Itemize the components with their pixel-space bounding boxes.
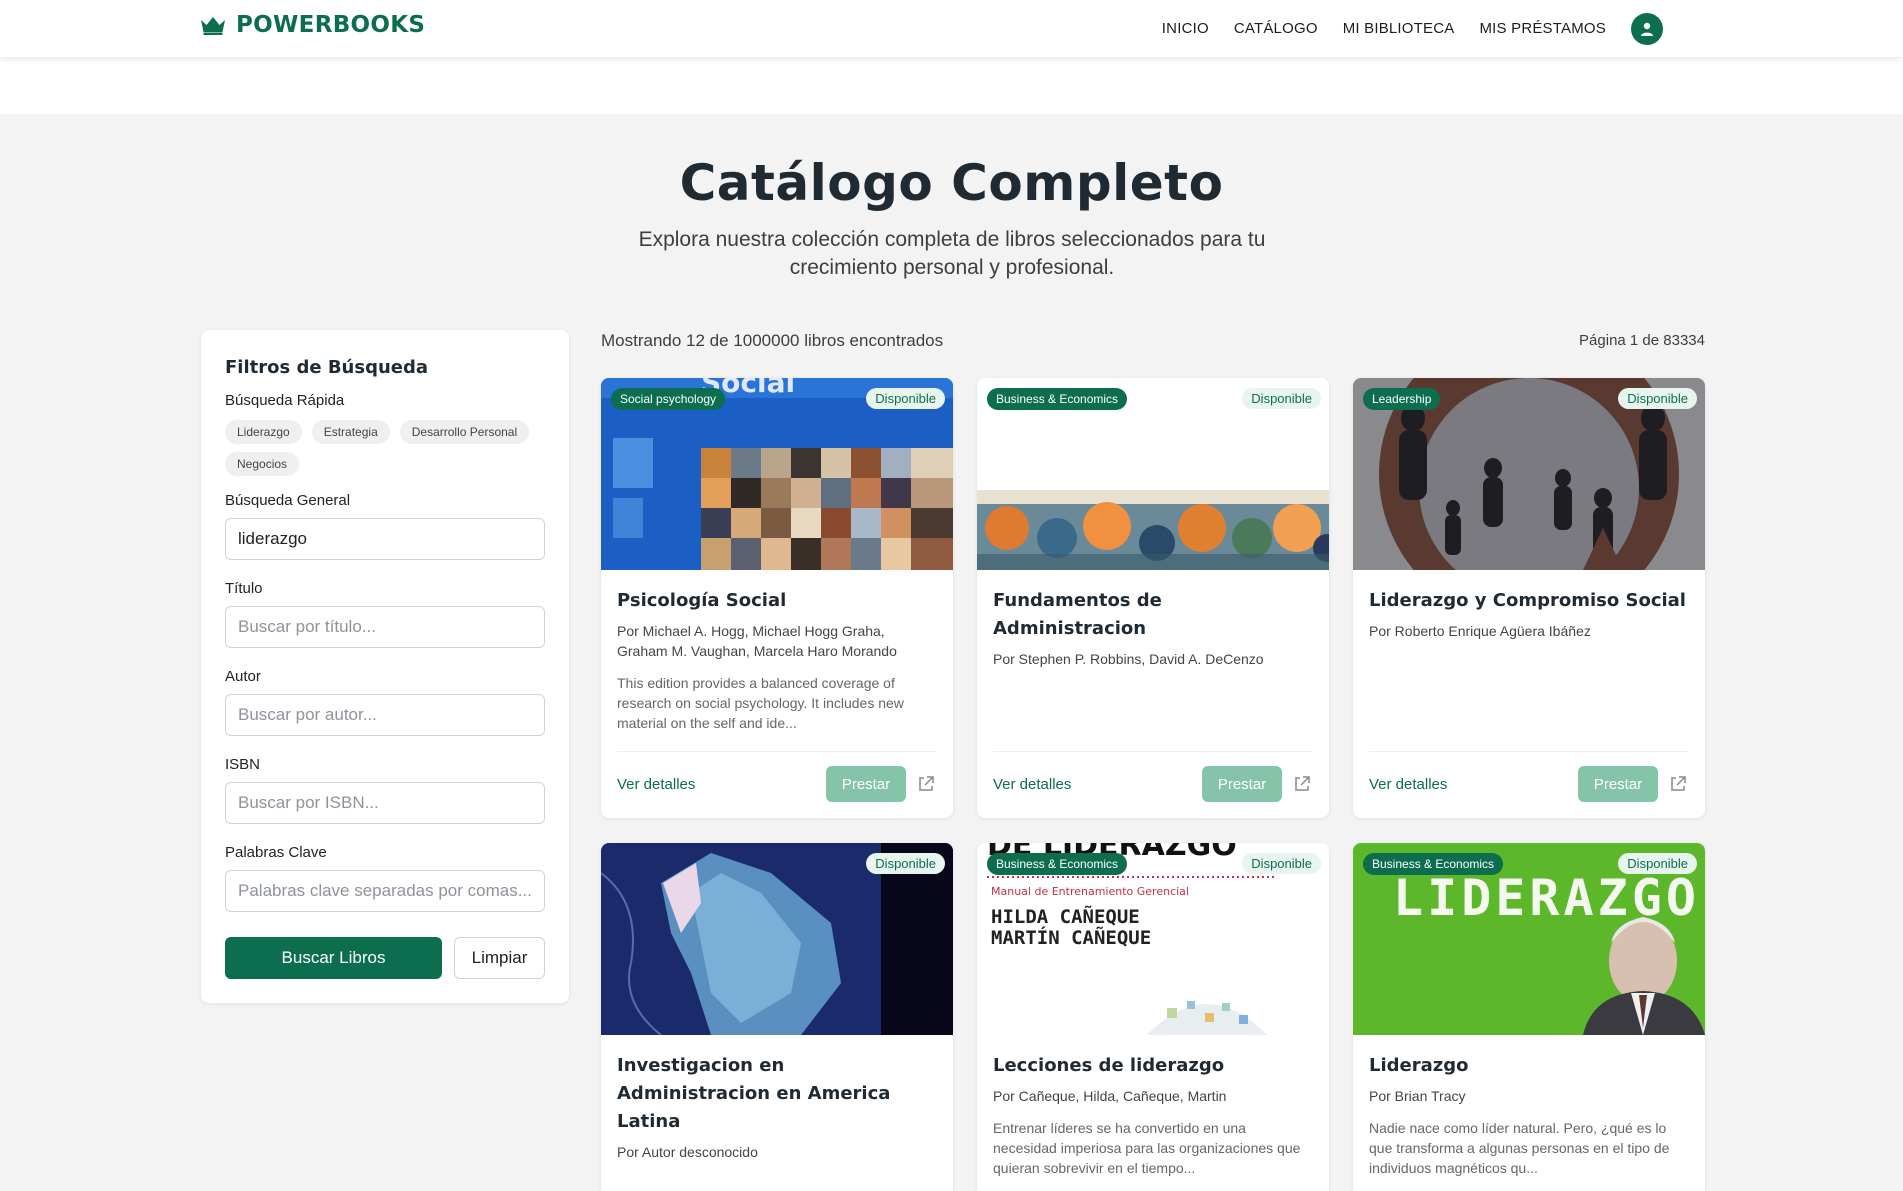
category-badge: Business & Economics [1363,853,1504,875]
book-description: Entrenar líderes se ha convertido en una… [993,1120,1301,1176]
chip-negocios[interactable]: Negocios [225,452,300,476]
cover-text-author-2: MARTÍN CAÑEQUE [991,925,1151,949]
book-author: Por Stephen P. Robbins, David A. DeCenzo [993,651,1264,667]
general-search-label: Búsqueda General [225,492,351,509]
availability-badge: Disponible [1242,853,1321,874]
filter-actions: Buscar Libros Limpiar [225,937,545,979]
general-search-input[interactable] [225,518,545,560]
availability-badge: Disponible [866,388,945,409]
author-input[interactable] [225,694,545,736]
availability-badge: Disponible [1618,388,1697,409]
share-icon[interactable] [915,773,937,795]
nav-inicio[interactable]: INICIO [1162,20,1209,37]
author-label: Autor [225,668,261,685]
card-actions: Ver detalles Prestar [1369,751,1689,802]
page-title: Catálogo Completo [679,154,1224,212]
lend-button[interactable]: Prestar [826,766,906,802]
title-input[interactable] [225,606,545,648]
pagination-info: Página 1 de 83334 [1579,332,1705,349]
book-card: DE LIDERAZGO Manual de Entrenamiento Ger… [977,843,1329,1191]
availability-badge: Disponible [1618,853,1697,874]
view-details-link[interactable]: Ver detalles [617,776,695,793]
lend-button[interactable]: Prestar [1578,766,1658,802]
crown-icon [201,17,225,35]
book-description: This edition provides a balanced coverag… [617,675,904,731]
card-actions: Ver detalles Prestar [993,751,1313,802]
category-badge: Leadership [1363,388,1441,410]
card-actions: Ver detalles Prestar [617,751,937,802]
chip-estrategia[interactable]: Estrategia [311,420,390,444]
user-avatar-button[interactable] [1631,12,1663,45]
book-author: Por Michael A. Hogg, Michael Hogg Graha,… [617,623,897,659]
share-icon[interactable] [1291,773,1313,795]
book-title[interactable]: Investigacion en Administracion en Ameri… [617,1052,937,1136]
book-cover-image[interactable]: LIDERAZGO Business & Economics Disponibl… [1353,843,1705,1035]
book-cover-image[interactable]: Leadership Disponible [1353,378,1705,570]
nav-catalogo[interactable]: CATÁLOGO [1234,20,1318,37]
book-title[interactable]: Lecciones de liderazgo [993,1052,1313,1080]
book-author: Por Autor desconocido [617,1144,758,1160]
page-subtitle: Explora nuestra colección completa de li… [638,228,1266,279]
quick-search-chips: Liderazgo Estrategia Desarrollo Personal… [225,420,545,476]
book-author: Por Cañeque, Hilda, Cañeque, Martin [993,1088,1227,1104]
book-card: LIDERAZGO Business & Economics Disponibl… [1353,843,1705,1191]
quick-search-label: Búsqueda Rápida [225,392,345,409]
isbn-label: ISBN [225,756,261,773]
cover-text-subtitle: Manual de Entrenamiento Gerencial [991,885,1189,898]
availability-badge: Disponible [866,853,945,874]
book-card: Leadership Disponible Liderazgo y Compro… [1353,378,1705,818]
top-navbar: POWERBOOKS INICIO CATÁLOGO MI BIBLIOTECA… [0,0,1903,57]
chip-desarrollo-personal[interactable]: Desarrollo Personal [399,420,530,444]
filters-title: Filtros de Búsqueda [225,357,429,378]
cover-text-author-1: HILDA CAÑEQUE [991,904,1140,928]
isbn-input[interactable] [225,782,545,824]
nav-mis-prestamos[interactable]: MIS PRÉSTAMOS [1479,20,1606,37]
nav-mi-biblioteca[interactable]: MI BIBLIOTECA [1343,20,1455,37]
header-spacer [0,57,1903,114]
book-author: Por Roberto Enrique Agüera Ibáñez [1369,623,1591,639]
keywords-label: Palabras Clave [225,844,327,861]
title-label: Título [225,580,263,597]
cover-title-text: LIDERAZGO [1393,869,1700,927]
book-title[interactable]: Liderazgo y Compromiso Social [1369,587,1689,615]
book-card: Business & Economics Disponible Fundamen… [977,378,1329,818]
book-title[interactable]: Fundamentos de Administracion [993,587,1313,643]
results-count: Mostrando 12 de 1000000 libros encontrad… [601,331,944,350]
category-badge: Business & Economics [987,853,1128,875]
book-card: Social Social psychology Disponible Psic… [601,378,953,818]
search-books-button[interactable]: Buscar Libros [225,937,442,979]
book-cover-image[interactable]: Social Social psychology Disponible [601,378,953,570]
book-description: Nadie nace como líder natural. Pero, ¿qu… [1369,1120,1670,1176]
category-badge: Business & Economics [987,388,1128,410]
book-card: Disponible Investigacion en Administraci… [601,843,953,1191]
clear-filters-button[interactable]: Limpiar [454,937,545,979]
lend-button[interactable]: Prestar [1202,766,1282,802]
chip-liderazgo[interactable]: Liderazgo [225,420,302,444]
book-cover-image[interactable]: Business & Economics Disponible [977,378,1329,570]
book-title[interactable]: Liderazgo [1369,1052,1689,1080]
availability-badge: Disponible [1242,388,1321,409]
category-badge: Social psychology [611,388,726,410]
book-cover-image[interactable]: DE LIDERAZGO Manual de Entrenamiento Ger… [977,843,1329,1035]
main-nav: INICIO CATÁLOGO MI BIBLIOTECA MIS PRÉSTA… [1162,0,1663,57]
keywords-input[interactable] [225,870,545,912]
share-icon[interactable] [1667,773,1689,795]
brand-logo[interactable]: POWERBOOKS [200,12,425,38]
brand-name: POWERBOOKS [236,12,426,38]
book-author: Por Brian Tracy [1369,1088,1466,1104]
book-cover-image[interactable]: Disponible [601,843,953,1035]
view-details-link[interactable]: Ver detalles [993,776,1071,793]
filters-panel: Filtros de Búsqueda Búsqueda Rápida Lide… [201,330,569,1003]
user-icon [1641,22,1653,36]
view-details-link[interactable]: Ver detalles [1369,776,1447,793]
book-title[interactable]: Psicología Social [617,587,937,615]
